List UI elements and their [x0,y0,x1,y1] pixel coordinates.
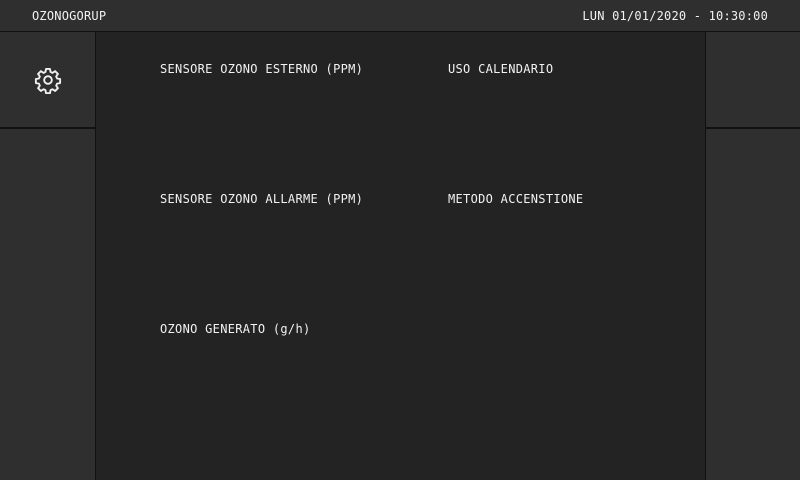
sensor-external-label[interactable]: SENSORE OZONO ESTERNO (PPM) [160,62,363,76]
right-top-button[interactable] [706,32,800,128]
left-lower-button[interactable] [0,128,95,480]
left-sidebar [0,32,96,480]
ignition-method-label[interactable]: METODO ACCENSTIONE [448,192,583,206]
settings-button[interactable] [0,32,95,128]
right-sidebar [705,32,800,480]
calendar-use-label[interactable]: USO CALENDARIO [448,62,553,76]
main-panel: SENSORE OZONO ESTERNO (PPM) USO CALENDAR… [96,32,705,480]
datetime-display: LUN 01/01/2020 - 10:30:00 [582,9,768,23]
right-lower-button[interactable] [706,128,800,480]
ozone-generated-label[interactable]: OZONO GENERATO (g/h) [160,322,311,336]
app-title: OZONOGORUP [32,9,107,23]
sensor-alarm-label[interactable]: SENSORE OZONO ALLARME (PPM) [160,192,363,206]
top-bar: OZONOGORUP LUN 01/01/2020 - 10:30:00 [0,0,800,32]
screen: OZONOGORUP LUN 01/01/2020 - 10:30:00 SEN… [0,0,800,480]
gear-icon [34,67,62,94]
